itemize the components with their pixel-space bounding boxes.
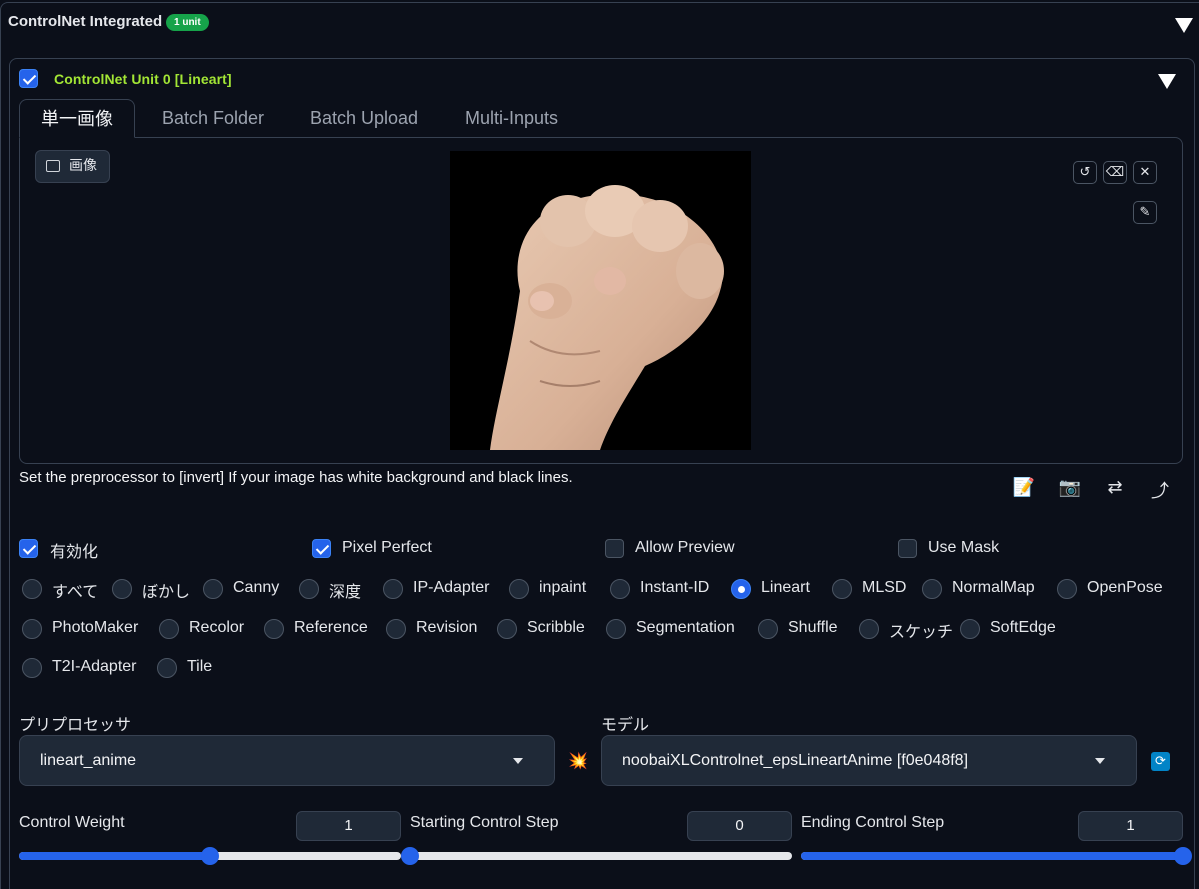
- radio-segmentation[interactable]: [606, 619, 626, 639]
- pixel-perfect-label[interactable]: Pixel Perfect: [342, 539, 432, 557]
- radio-label-softedge[interactable]: SoftEdge: [990, 619, 1056, 637]
- camera-icon[interactable]: 📷: [1058, 477, 1082, 498]
- radio-openpose[interactable]: [1057, 579, 1077, 599]
- tab-batch-folder[interactable]: Batch Folder: [141, 99, 285, 138]
- undo-icon[interactable]: ↺: [1073, 161, 1097, 184]
- radio-label-photomaker[interactable]: PhotoMaker: [52, 619, 138, 637]
- close-icon[interactable]: ✕: [1133, 161, 1157, 184]
- radio-label-lineart[interactable]: Lineart: [761, 579, 810, 597]
- eraser-icon[interactable]: ⌫: [1103, 161, 1127, 184]
- starting-step-input[interactable]: 0: [687, 811, 792, 841]
- radio-lineart[interactable]: [731, 579, 751, 599]
- run-preprocessor-icon[interactable]: 💥: [568, 751, 588, 770]
- use-mask-label[interactable]: Use Mask: [928, 539, 999, 557]
- starting-step-label: Starting Control Step: [410, 814, 559, 831]
- pixel-perfect-checkbox[interactable]: [312, 539, 331, 558]
- radio-depth[interactable]: [299, 579, 319, 599]
- radio-label-canny[interactable]: Canny: [233, 579, 279, 597]
- radio-label-blur[interactable]: ぼかし: [142, 578, 190, 602]
- unit-title[interactable]: ControlNet Unit 0 [Lineart]: [54, 71, 232, 87]
- radio-tile[interactable]: [157, 658, 177, 678]
- ending-step-label: Ending Control Step: [801, 814, 945, 831]
- radio-label-openpose[interactable]: OpenPose: [1087, 579, 1163, 597]
- radio-label-segmentation[interactable]: Segmentation: [636, 619, 735, 637]
- radio-label-depth[interactable]: 深度: [329, 578, 361, 602]
- allow-preview-label[interactable]: Allow Preview: [635, 539, 735, 557]
- preprocessor-value: lineart_anime: [40, 752, 137, 769]
- collapse-accordion-icon[interactable]: [1175, 18, 1193, 33]
- chevron-down-icon: [513, 758, 523, 764]
- radio-all[interactable]: [22, 579, 42, 599]
- tab-single-image[interactable]: 単一画像: [19, 99, 135, 138]
- radio-softedge[interactable]: [960, 619, 980, 639]
- send-dimensions-icon[interactable]: ⤴: [1148, 477, 1172, 503]
- fist-photo: [490, 185, 724, 450]
- control-weight-thumb[interactable]: [201, 847, 219, 865]
- image-label-text: 画像: [69, 158, 97, 174]
- radio-sketch[interactable]: [859, 619, 879, 639]
- model-select[interactable]: noobaiXLControlnet_epsLineartAnime [f0e0…: [601, 735, 1137, 786]
- radio-label-ip-adapter[interactable]: IP-Adapter: [413, 579, 489, 597]
- radio-label-revision[interactable]: Revision: [416, 619, 477, 637]
- model-label: モデル: [601, 717, 650, 734]
- tab-batch-upload[interactable]: Batch Upload: [289, 99, 439, 138]
- radio-canny[interactable]: [203, 579, 223, 599]
- radio-label-inpaint[interactable]: inpaint: [539, 579, 586, 597]
- radio-label-instant-id[interactable]: Instant-ID: [640, 579, 709, 597]
- input-image[interactable]: [450, 151, 751, 450]
- radio-revision[interactable]: [386, 619, 406, 639]
- unit-enable-checkbox[interactable]: [19, 69, 38, 88]
- use-mask-checkbox[interactable]: [898, 539, 917, 558]
- radio-instant-id[interactable]: [610, 579, 630, 599]
- unit-count-badge: 1 unit: [166, 14, 209, 31]
- ending-step-input[interactable]: 1: [1078, 811, 1183, 841]
- model-value: noobaiXLControlnet_epsLineartAnime [f0e0…: [622, 752, 969, 769]
- radio-recolor[interactable]: [159, 619, 179, 639]
- radio-label-recolor[interactable]: Recolor: [189, 619, 244, 637]
- brush-icon[interactable]: ✎: [1133, 201, 1157, 224]
- ending-step-slider[interactable]: [801, 852, 1183, 860]
- ending-step-thumb[interactable]: [1174, 847, 1192, 865]
- starting-step-thumb[interactable]: [401, 847, 419, 865]
- enable-checkbox[interactable]: [19, 539, 38, 558]
- starting-step-slider[interactable]: [410, 852, 792, 860]
- preprocessor-label: プリプロセッサ: [19, 717, 132, 734]
- radio-label-normalmap[interactable]: NormalMap: [952, 579, 1035, 597]
- chevron-down-icon: [1095, 758, 1105, 764]
- image-icon: [46, 160, 60, 172]
- radio-ip-adapter[interactable]: [383, 579, 403, 599]
- radio-label-reference[interactable]: Reference: [294, 619, 368, 637]
- control-weight-fill: [19, 852, 210, 860]
- preprocessor-select[interactable]: lineart_anime: [19, 735, 555, 786]
- preprocessor-hint: Set the preprocessor to [invert] If your…: [19, 469, 573, 486]
- tab-multi-inputs[interactable]: Multi-Inputs: [444, 99, 579, 138]
- refresh-models-icon[interactable]: ⟳: [1151, 752, 1170, 771]
- radio-scribble[interactable]: [497, 619, 517, 639]
- radio-label-mlsd[interactable]: MLSD: [862, 579, 906, 597]
- radio-normalmap[interactable]: [922, 579, 942, 599]
- ending-step-fill: [801, 852, 1183, 860]
- collapse-unit-icon[interactable]: [1158, 74, 1176, 89]
- allow-preview-checkbox[interactable]: [605, 539, 624, 558]
- radio-mlsd[interactable]: [832, 579, 852, 599]
- image-label: 画像: [35, 150, 110, 183]
- write-icon[interactable]: 📝: [1012, 477, 1036, 498]
- radio-label-shuffle[interactable]: Shuffle: [788, 619, 838, 637]
- swap-icon[interactable]: ⇄: [1103, 477, 1127, 498]
- radio-label-tile[interactable]: Tile: [187, 658, 212, 676]
- radio-label-scribble[interactable]: Scribble: [527, 619, 585, 637]
- radio-shuffle[interactable]: [758, 619, 778, 639]
- accordion-title[interactable]: ControlNet Integrated: [8, 13, 162, 30]
- control-weight-input[interactable]: 1: [296, 811, 401, 841]
- radio-label-sketch[interactable]: スケッチ: [889, 618, 953, 642]
- radio-label-all[interactable]: すべて: [52, 578, 98, 602]
- radio-reference[interactable]: [264, 619, 284, 639]
- radio-inpaint[interactable]: [509, 579, 529, 599]
- enable-label[interactable]: 有効化: [50, 538, 98, 562]
- radio-photomaker[interactable]: [22, 619, 42, 639]
- radio-label-t2i-adapter[interactable]: T2I-Adapter: [52, 658, 136, 676]
- radio-t2i-adapter[interactable]: [22, 658, 42, 678]
- radio-blur[interactable]: [112, 579, 132, 599]
- control-weight-label: Control Weight: [19, 814, 125, 831]
